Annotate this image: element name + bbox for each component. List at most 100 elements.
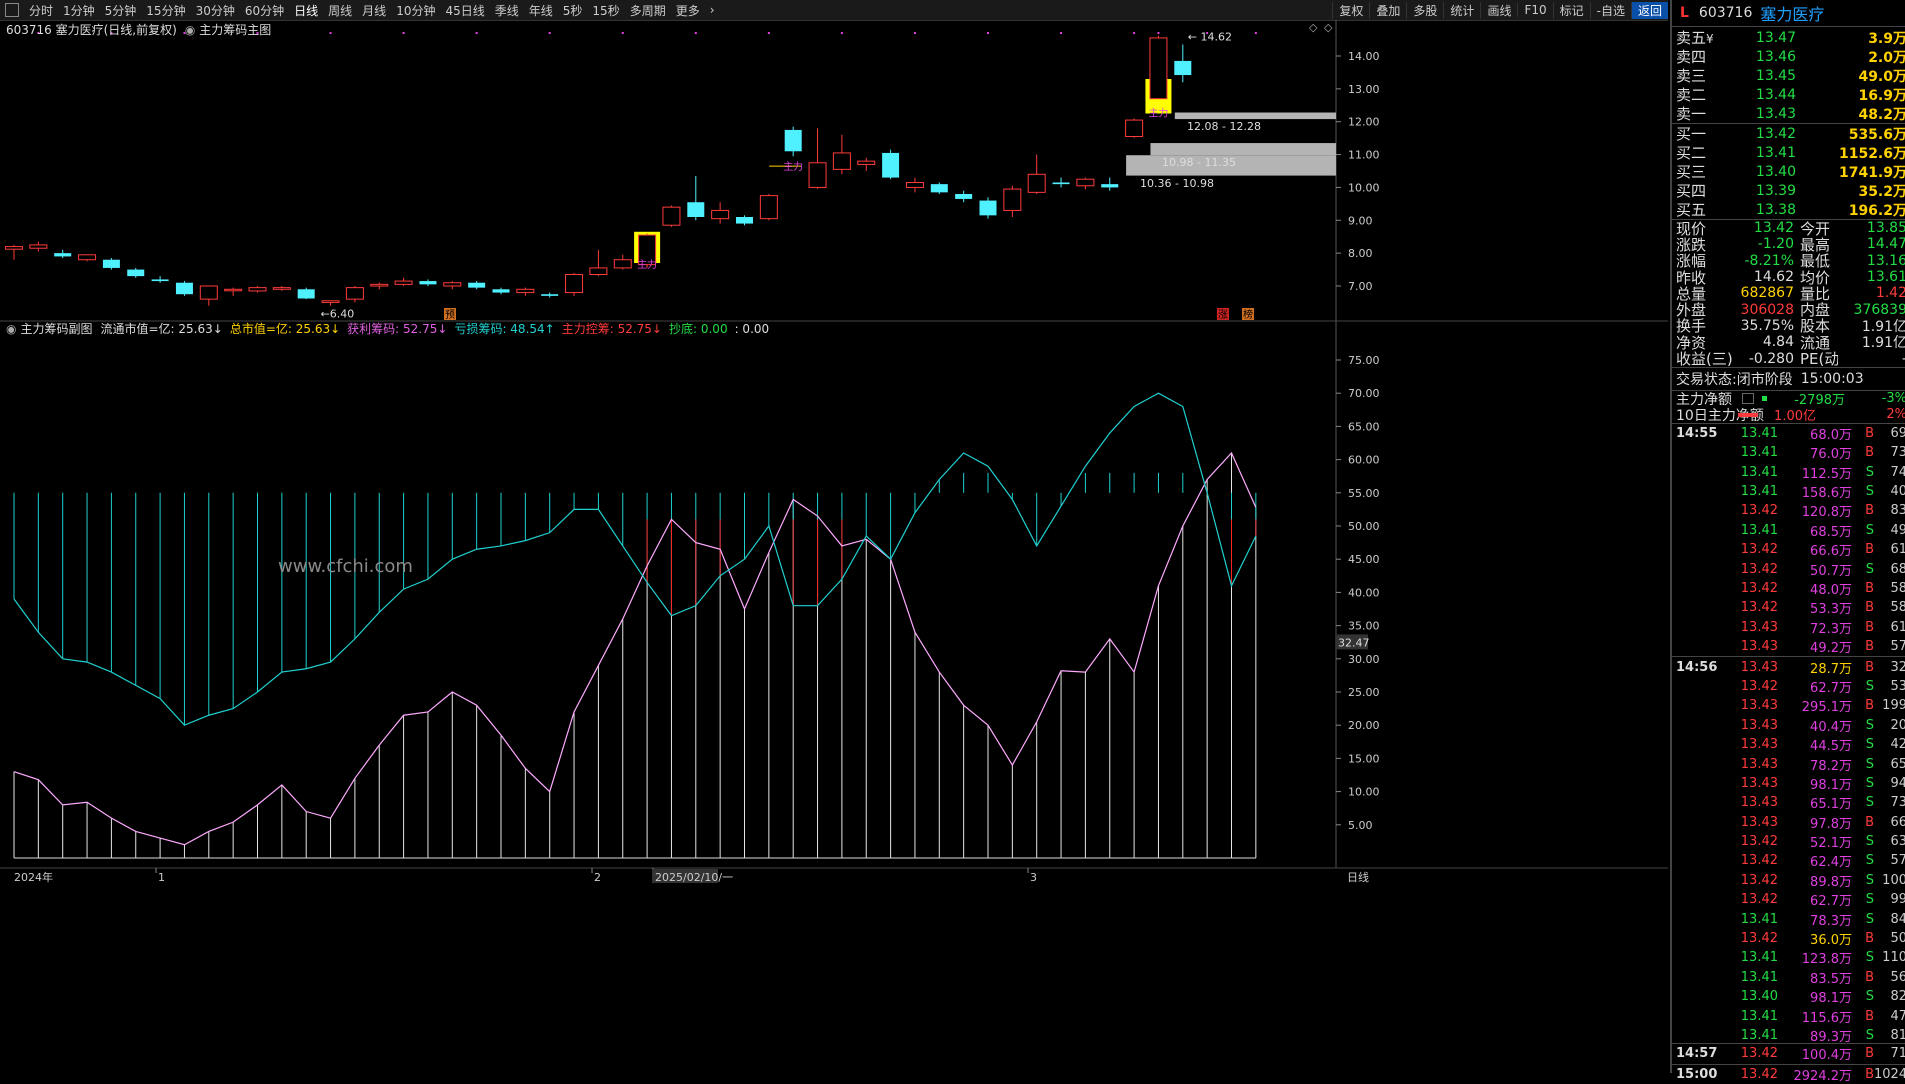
period-tab-8[interactable]: 月线 bbox=[357, 2, 391, 19]
bid-row-1[interactable]: 买二 13.41 1152.6万 bbox=[1672, 143, 1905, 162]
tick-volume: 66.6万 bbox=[1810, 544, 1852, 560]
bid-row-3[interactable]: 买四 13.39 35.2万 bbox=[1672, 181, 1905, 200]
stock-name[interactable]: 塞力医疗 bbox=[1760, 1, 1824, 25]
chip-zone-0 bbox=[1174, 112, 1336, 120]
ask-row-4[interactable]: 卖一 13.43 48.2万 bbox=[1672, 104, 1905, 123]
toolbar-action-7[interactable]: -自选 bbox=[1589, 1, 1631, 19]
period-tab-13[interactable]: 5秒 bbox=[558, 2, 588, 19]
tick-count: 84 bbox=[1890, 911, 1905, 927]
tick-list[interactable]: 14:55 13.41 68.0万 B 69 13.41 76.0万 B 73 13.41 112.… bbox=[1672, 422, 1905, 1084]
period-tab-14[interactable]: 15秒 bbox=[587, 2, 624, 19]
tick-volume: 78.3万 bbox=[1810, 913, 1852, 929]
stat-value: 1.91亿 bbox=[1861, 335, 1905, 352]
period-tab-7[interactable]: 周线 bbox=[323, 2, 357, 19]
tick-price: 13.41 bbox=[1740, 464, 1778, 480]
tick-volume: 53.3万 bbox=[1810, 602, 1852, 618]
sub-y-tick-label: 15.00 bbox=[1348, 752, 1380, 765]
trade-status-row: 交易状态: 闭市阶段 15:00:03 bbox=[1672, 366, 1905, 390]
candle-body-up bbox=[613, 259, 632, 269]
candle-body-up bbox=[443, 282, 462, 287]
period-tab-5[interactable]: 60分钟 bbox=[240, 2, 289, 19]
ask-row-3[interactable]: 卖二 13.44 16.9万 bbox=[1672, 85, 1905, 104]
hot-list-badge: 榜 bbox=[1243, 308, 1253, 321]
tick-time: 14:56 bbox=[1676, 659, 1718, 675]
toolbar-action-2[interactable]: 多股 bbox=[1406, 1, 1443, 19]
candle-body-up bbox=[516, 288, 535, 294]
sub-indicator-gear-icon[interactable]: ◉ bbox=[6, 322, 16, 336]
tick-price: 13.42 bbox=[1740, 678, 1778, 694]
main-indicator-name[interactable]: 主力筹码主图 bbox=[199, 21, 271, 38]
candle-body-down bbox=[297, 289, 315, 299]
ask-volume: 49.0万 bbox=[1858, 68, 1905, 85]
flow-bar-icon bbox=[1738, 412, 1758, 417]
toolbar-action-0[interactable]: 复权 bbox=[1332, 1, 1369, 19]
period-tab-16[interactable]: 更多 bbox=[671, 2, 705, 19]
tick-time: 14:55 bbox=[1676, 425, 1718, 441]
tick-volume: 97.8万 bbox=[1810, 816, 1852, 832]
toolbar-action-6[interactable]: 标记 bbox=[1552, 1, 1590, 19]
legend-item-0: 流通市值=亿: 25.63↓ bbox=[100, 322, 223, 336]
toolbar-action-5[interactable]: F10 bbox=[1517, 3, 1552, 17]
period-tab-9[interactable]: 10分钟 bbox=[391, 2, 440, 19]
tick-price: 13.43 bbox=[1740, 756, 1778, 772]
chip-zone-label-0: 12.08 - 12.28 bbox=[1187, 120, 1261, 133]
tick-row: 13.43 40.4万 S 20 bbox=[1672, 716, 1905, 735]
tick-volume: 295.1万 bbox=[1801, 700, 1852, 716]
period-tab-12[interactable]: 年线 bbox=[524, 2, 558, 19]
sub-y-tick-label: 20.00 bbox=[1348, 719, 1380, 732]
tick-price: 13.42 bbox=[1740, 580, 1778, 596]
kline-chart-area[interactable]: 14.00 13.00 12.00 11.00 10.00 9.00 8.00 7.00 75.… bbox=[0, 20, 1668, 1073]
tick-count: 99 bbox=[1890, 892, 1905, 908]
indicator-gear-icon[interactable]: ◉ bbox=[185, 23, 195, 37]
ask-price: 13.47 bbox=[1755, 29, 1796, 46]
period-tab-4[interactable]: 30分钟 bbox=[191, 2, 240, 19]
candle-body-down bbox=[419, 281, 437, 285]
period-tab-10[interactable]: 45日线 bbox=[440, 2, 489, 19]
tick-side: B bbox=[1865, 1046, 1874, 1062]
bid-price: 13.40 bbox=[1755, 163, 1796, 180]
tick-price: 13.40 bbox=[1740, 989, 1778, 1005]
period-tab-3[interactable]: 15分钟 bbox=[141, 2, 190, 19]
tick-count: 20 bbox=[1890, 717, 1905, 733]
toolbar-action-8[interactable]: 返回 bbox=[1630, 1, 1668, 19]
rise-badge: 涨 bbox=[1218, 309, 1228, 321]
period-tab-0[interactable]: 分时 bbox=[24, 2, 58, 19]
tick-side: S bbox=[1865, 853, 1874, 869]
tick-price: 13.42 bbox=[1740, 503, 1778, 519]
period-tab-2[interactable]: 5分钟 bbox=[100, 2, 142, 19]
toggle-panel-icon[interactable] bbox=[5, 3, 19, 17]
legend-item-4: 主力控筹: 52.75↓ bbox=[561, 322, 662, 336]
period-tab-1[interactable]: 1分钟 bbox=[58, 2, 100, 19]
toolbar-action-4[interactable]: 画线 bbox=[1480, 1, 1517, 19]
bid-row-4[interactable]: 买五 13.38 196.2万 bbox=[1672, 200, 1905, 219]
signal-dot bbox=[1060, 32, 1063, 34]
flow-value: 1.00亿 bbox=[1774, 409, 1816, 425]
tick-count: 57 bbox=[1890, 853, 1905, 869]
stat-value: 306028 bbox=[1740, 301, 1794, 318]
ask-row-0[interactable]: 卖五¥ 13.47 3.9万 bbox=[1672, 28, 1905, 47]
sub-indicator-name[interactable]: 主力筹码副图 bbox=[20, 320, 92, 337]
tick-volume: 72.3万 bbox=[1810, 621, 1852, 637]
toolbar-action-3[interactable]: 统计 bbox=[1443, 1, 1480, 19]
bid-row-0[interactable]: 买一 13.42 535.6万 bbox=[1672, 124, 1905, 143]
main-y-tick-label: 12.00 bbox=[1348, 116, 1380, 129]
candle-body-up bbox=[905, 182, 924, 188]
period-tab-11[interactable]: 季线 bbox=[490, 2, 524, 19]
tick-count: 65 bbox=[1890, 756, 1905, 772]
tick-price: 13.41 bbox=[1740, 484, 1778, 500]
period-tab-15[interactable]: 多周期 bbox=[625, 2, 671, 19]
tick-side: B bbox=[1865, 600, 1874, 616]
ask-volume: 16.9万 bbox=[1858, 87, 1905, 104]
main-force-marker: 主力 bbox=[783, 160, 803, 173]
stat-value: 13.61 bbox=[1866, 269, 1905, 286]
stat-value: -1.20 bbox=[1757, 236, 1794, 253]
ask-row-2[interactable]: 卖三 13.45 49.0万 bbox=[1672, 66, 1905, 85]
ask-row-1[interactable]: 卖四 13.46 2.0万 bbox=[1672, 47, 1905, 66]
period-tab-6[interactable]: 日线 bbox=[289, 2, 323, 19]
sub-current-value: 32.47 bbox=[1338, 636, 1370, 649]
more-chevron-icon[interactable]: › bbox=[705, 3, 720, 17]
toolbar-action-1[interactable]: 叠加 bbox=[1369, 1, 1406, 19]
flow-row-1: 10日主力净额 1.00亿 2% bbox=[1672, 407, 1905, 425]
bid-row-2[interactable]: 买三 13.40 1741.9万 bbox=[1672, 162, 1905, 181]
tick-volume: 123.8万 bbox=[1801, 952, 1852, 968]
